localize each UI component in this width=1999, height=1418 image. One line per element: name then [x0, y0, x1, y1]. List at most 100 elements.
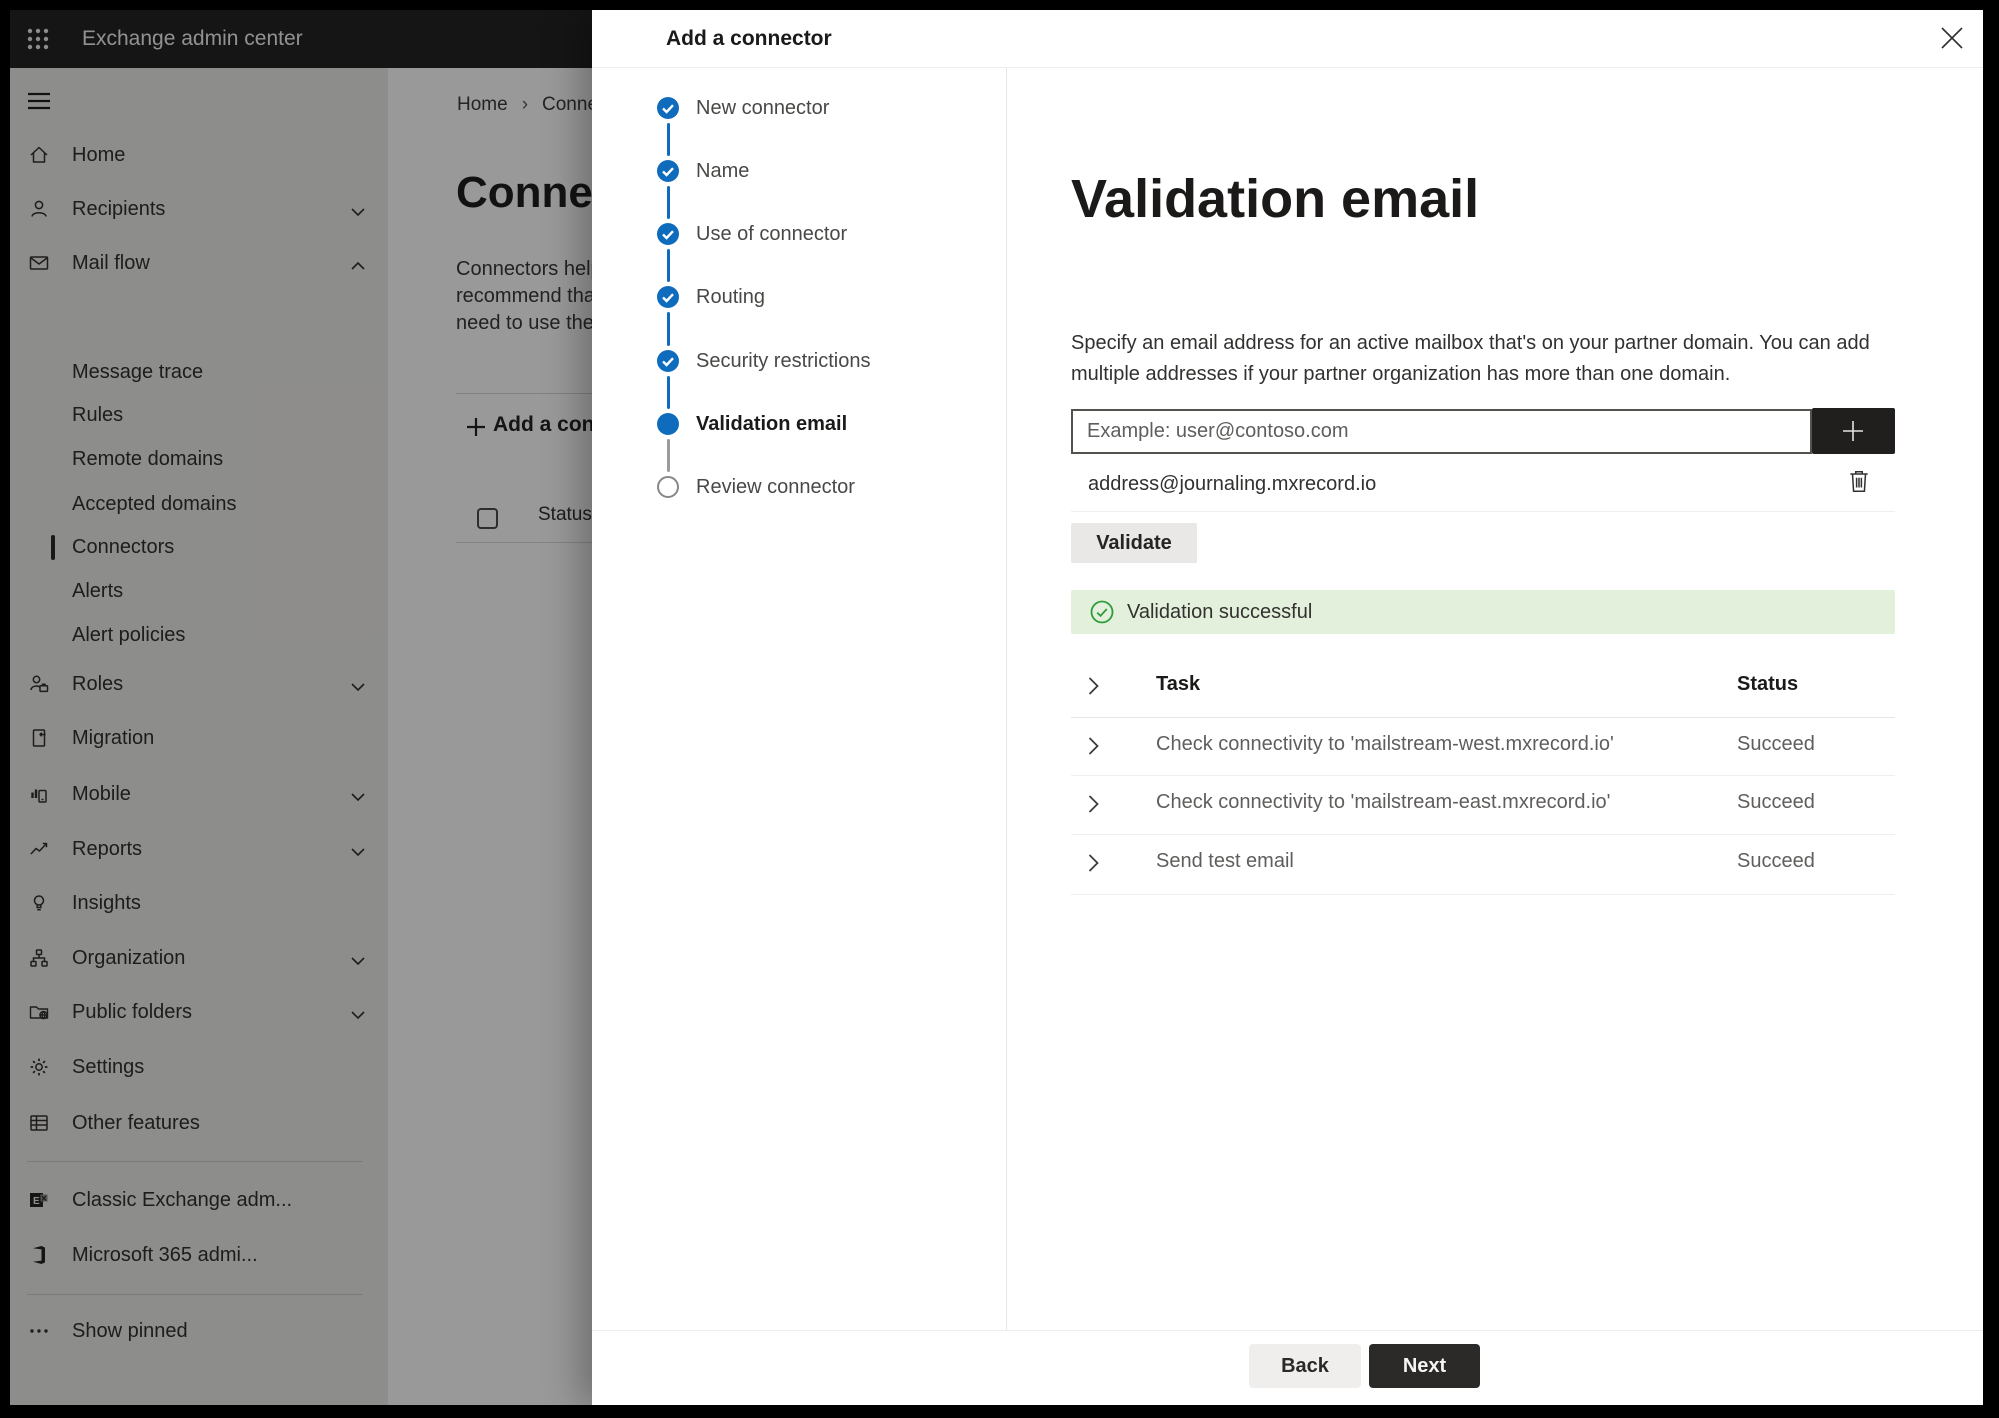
person-icon [27, 197, 51, 221]
steps-content-divider [1006, 68, 1007, 1330]
step-connector-line [666, 439, 670, 472]
expand-row-chevron-icon[interactable] [1088, 853, 1100, 873]
sidebar-item-classic-exchange[interactable]: E Classic Exchange adm... [10, 1180, 388, 1220]
microsoft-365-logo-icon [27, 1243, 51, 1267]
back-button[interactable]: Back [1249, 1344, 1361, 1388]
expand-row-chevron-icon[interactable] [1088, 736, 1100, 756]
step-check-icon [657, 97, 679, 119]
table-row-task: Check connectivity to 'mailstream-west.m… [1156, 733, 1614, 755]
sidebar-item-accepted-domains[interactable]: Accepted domains [10, 484, 388, 524]
task-column-header: Task [1156, 673, 1201, 695]
footer-divider [592, 1330, 1983, 1331]
sidebar-item-other-features[interactable]: Other features [10, 1103, 388, 1143]
roles-icon [27, 672, 51, 696]
sidebar-item-recipients[interactable]: Recipients [10, 189, 388, 229]
mobile-icon [27, 782, 51, 806]
success-check-icon [1090, 600, 1114, 624]
step-check-icon [657, 286, 679, 308]
chevron-down-icon [350, 844, 366, 857]
step-connector-line [666, 312, 670, 346]
table-divider [1071, 775, 1895, 776]
sidebar-item-message-trace[interactable]: Message trace [10, 352, 388, 392]
table-row-status: Succeed [1737, 733, 1815, 755]
sidebar: Home Recipients Mail flow Message trace … [10, 68, 388, 1405]
email-address-input[interactable] [1071, 409, 1812, 454]
sidebar-divider [27, 1294, 363, 1295]
sidebar-item-settings[interactable]: Settings [10, 1047, 388, 1087]
step-current-dot [657, 413, 679, 435]
select-all-checkbox[interactable] [477, 508, 498, 529]
folder-globe-icon [27, 1000, 51, 1024]
dialog-header: Add a connector [592, 10, 1983, 68]
sidebar-item-alert-policies[interactable]: Alert policies [10, 615, 388, 655]
breadcrumb: Home › Conne [457, 94, 598, 116]
add-connector-dialog: Add a connector New connector Name Use o… [592, 10, 1983, 1405]
sidebar-item-connectors[interactable]: Connectors [10, 527, 388, 567]
dialog-title: Add a connector [666, 27, 832, 50]
chevron-down-icon [350, 953, 366, 966]
org-chart-icon [27, 946, 51, 970]
table-row-task: Send test email [1156, 850, 1294, 872]
more-dots-icon [27, 1319, 51, 1343]
mail-icon [27, 251, 51, 275]
hamburger-menu-icon[interactable] [27, 92, 51, 110]
status-column-header: Status [1737, 673, 1799, 695]
sidebar-item-public-folders[interactable]: Public folders [10, 992, 388, 1032]
sidebar-divider [27, 1161, 363, 1162]
sidebar-item-home[interactable]: Home [10, 135, 388, 175]
table-row-status: Succeed [1737, 850, 1815, 872]
step-connector-line [666, 123, 670, 156]
expand-all-chevron-icon[interactable] [1088, 676, 1100, 696]
divider [1071, 511, 1895, 512]
chart-icon [27, 837, 51, 861]
table-divider [1071, 894, 1895, 895]
step-connector-line [666, 249, 670, 282]
sidebar-item-remote-domains[interactable]: Remote domains [10, 439, 388, 479]
sidebar-item-migration[interactable]: Migration [10, 718, 388, 758]
table-divider [1071, 834, 1895, 835]
sidebar-item-m365-admin[interactable]: Microsoft 365 admi... [10, 1235, 388, 1275]
sidebar-item-rules[interactable]: Rules [10, 395, 388, 435]
sidebar-item-organization[interactable]: Organization [10, 938, 388, 978]
screen: Exchange admin center Home Recipients Ma… [10, 10, 1983, 1405]
app-launcher-icon[interactable] [26, 27, 50, 51]
sidebar-item-show-pinned[interactable]: Show pinned [10, 1311, 388, 1351]
breadcrumb-current: Conne [542, 94, 599, 115]
step-connector-line [666, 186, 670, 219]
close-icon[interactable] [1940, 26, 1968, 54]
validate-button[interactable]: Validate [1071, 523, 1197, 563]
page-description: Connectors help recommend that need to u… [456, 258, 602, 334]
sidebar-item-roles[interactable]: Roles [10, 664, 388, 704]
sidebar-item-alerts[interactable]: Alerts [10, 571, 388, 611]
table-icon [27, 1111, 51, 1135]
expand-row-chevron-icon[interactable] [1088, 794, 1100, 814]
home-icon [27, 143, 51, 167]
validation-description: Specify an email address for an active m… [1071, 332, 1870, 385]
chevron-up-icon [350, 258, 366, 270]
breadcrumb-home-link[interactable]: Home [457, 94, 508, 115]
next-button[interactable]: Next [1369, 1344, 1480, 1388]
table-row-status: Succeed [1737, 791, 1815, 813]
exchange-logo-icon: E [27, 1188, 51, 1212]
validation-email-heading: Validation email [1071, 169, 1480, 229]
sidebar-item-insights[interactable]: Insights [10, 883, 388, 923]
validation-success-banner: Validation successful [1071, 590, 1895, 634]
breadcrumb-separator: › [521, 94, 529, 115]
step-check-icon [657, 350, 679, 372]
plus-icon [467, 418, 485, 436]
sidebar-item-mobile[interactable]: Mobile [10, 774, 388, 814]
status-column-header: Status [538, 504, 592, 525]
gear-icon [27, 1055, 51, 1079]
migration-icon [27, 726, 51, 750]
table-row-task: Check connectivity to 'mailstream-east.m… [1156, 791, 1611, 813]
add-address-button[interactable] [1812, 408, 1895, 454]
banner-text: Validation successful [1127, 601, 1313, 623]
table-divider [1071, 717, 1895, 718]
sidebar-item-mail-flow[interactable]: Mail flow [10, 243, 388, 283]
svg-text:E: E [33, 1196, 40, 1207]
chevron-down-icon [350, 204, 366, 217]
selected-indicator [51, 535, 55, 560]
sidebar-item-reports[interactable]: Reports [10, 829, 388, 869]
chevron-down-icon [350, 1007, 366, 1020]
delete-address-trash-icon[interactable] [1847, 468, 1873, 496]
